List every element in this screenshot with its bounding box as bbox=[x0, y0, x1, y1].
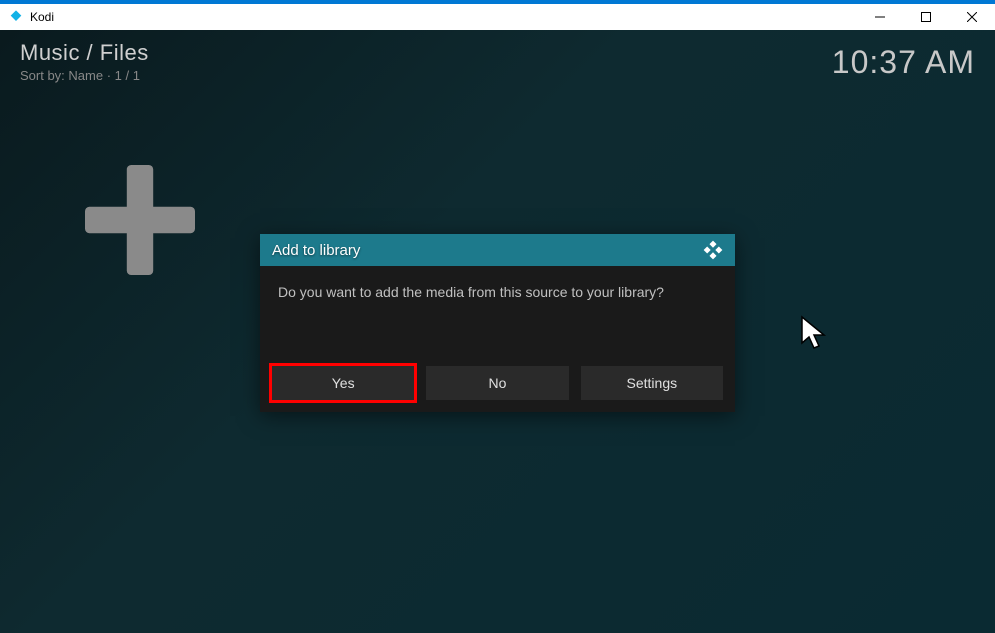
app-content: Music / Files Sort by: Name · 1 / 1 10:3… bbox=[0, 30, 995, 633]
window-controls bbox=[857, 2, 995, 32]
kodi-logo-icon bbox=[703, 240, 723, 260]
plus-icon bbox=[85, 165, 195, 275]
dialog-message: Do you want to add the media from this s… bbox=[260, 266, 735, 366]
sort-label: Sort by: Name bbox=[20, 68, 103, 83]
dialog-title: Add to library bbox=[272, 242, 360, 259]
pagination: 1 / 1 bbox=[115, 68, 140, 83]
close-button[interactable] bbox=[949, 2, 995, 32]
sort-info: Sort by: Name · 1 / 1 bbox=[20, 68, 149, 83]
add-source-button[interactable] bbox=[70, 150, 210, 290]
window-title: Kodi bbox=[30, 10, 54, 24]
settings-button[interactable]: Settings bbox=[581, 366, 723, 400]
dialog-buttons: Yes No Settings bbox=[260, 366, 735, 412]
cursor-icon bbox=[800, 315, 828, 353]
breadcrumb: Music / Files bbox=[20, 40, 149, 66]
titlebar-left: Kodi bbox=[8, 9, 54, 25]
maximize-button[interactable] bbox=[903, 2, 949, 32]
no-button[interactable]: No bbox=[426, 366, 568, 400]
dialog-header: Add to library bbox=[260, 234, 735, 266]
minimize-button[interactable] bbox=[857, 2, 903, 32]
header-area: Music / Files Sort by: Name · 1 / 1 bbox=[20, 40, 149, 83]
add-to-library-dialog: Add to library Do you want to add the me… bbox=[260, 234, 735, 412]
window-titlebar: Kodi bbox=[0, 0, 995, 30]
kodi-app-icon bbox=[8, 9, 24, 25]
clock: 10:37 AM bbox=[832, 44, 975, 81]
yes-button[interactable]: Yes bbox=[272, 366, 414, 400]
